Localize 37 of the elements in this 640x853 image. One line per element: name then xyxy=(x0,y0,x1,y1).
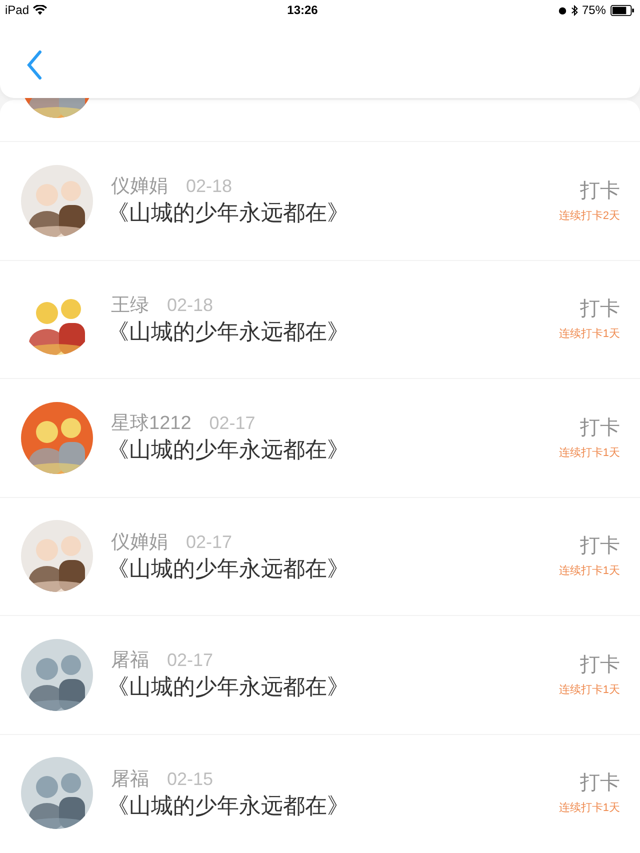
post-date: 02-15 xyxy=(167,768,214,791)
book-title: 《山城的少年永远都在》 xyxy=(107,792,350,820)
book-title: 《山城的少年永远都在》 xyxy=(107,673,350,702)
wifi-icon xyxy=(33,4,48,16)
user-name: 星球1212 xyxy=(111,412,192,436)
user-name: 仪婵娟 xyxy=(111,530,168,555)
post-date: 02-17 xyxy=(209,412,256,436)
streak-label: 连续打卡1天 xyxy=(558,327,620,342)
battery-percent: 75% xyxy=(582,2,606,19)
streak-label: 连续打卡1天 xyxy=(558,801,620,816)
streak-label: 连续打卡1天 xyxy=(558,446,620,460)
checkin-label: 打卡 xyxy=(580,178,620,203)
post-date: 02-18 xyxy=(186,175,232,198)
checkin-label: 打卡 xyxy=(580,416,620,440)
post-date: 02-17 xyxy=(167,649,214,672)
user-name: 屠福 xyxy=(111,768,149,792)
book-title: 《山城的少年永远都在》 xyxy=(107,199,350,228)
checkin-label: 打卡 xyxy=(580,534,620,558)
checkin-label: 打卡 xyxy=(580,297,620,322)
checkin-label: 打卡 xyxy=(580,652,620,677)
book-title: 《山城的少年永远都在》 xyxy=(107,554,350,583)
checkin-label: 打卡 xyxy=(580,771,620,796)
streak-label: 连续打卡2天 xyxy=(558,208,620,223)
streak-label: 连续打卡1天 xyxy=(558,564,620,578)
user-name: 屠福 xyxy=(111,649,149,674)
battery-icon xyxy=(610,4,635,16)
streak-label: 连续打卡1天 xyxy=(558,682,620,697)
book-title: 《山城的少年永远都在》 xyxy=(107,436,350,464)
user-name: 仪婵娟 xyxy=(111,175,168,200)
back-icon xyxy=(26,50,42,80)
post-date: 02-17 xyxy=(186,530,232,554)
device-name: iPad xyxy=(5,2,30,19)
user-name: 王绿 xyxy=(111,294,149,318)
book-title: 《山城的少年永远都在》 xyxy=(107,318,350,346)
bluetooth-icon xyxy=(570,4,578,16)
post-date: 02-18 xyxy=(167,294,214,317)
clock: 13:26 xyxy=(287,2,318,19)
